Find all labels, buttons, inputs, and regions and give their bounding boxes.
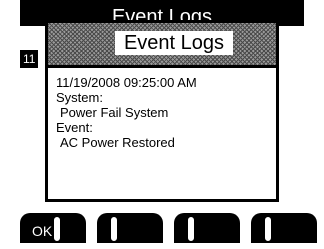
system-label: System: [56,90,103,105]
dialog-titlebar: Event Logs [48,23,276,68]
softkey-2-button[interactable] [97,213,163,243]
system-value: Power Fail System [60,105,169,120]
dialog-title: Event Logs [115,31,233,55]
lcd-screen: Event Logs 11 Event Logs 11/19/2008 09:2… [0,0,324,246]
event-label: Event: [56,120,93,135]
background-page-badge: 11 [20,50,38,68]
softkey-ok-button[interactable]: OK [20,213,86,243]
softkey-4-button[interactable] [251,213,317,243]
event-value: AC Power Restored [60,135,175,150]
dialog-body: 11/19/2008 09:25:00 AM System: Power Fai… [56,75,270,150]
softkey-bar: OK [20,213,320,243]
softkey-3-button[interactable] [174,213,240,243]
event-log-dialog: Event Logs 11/19/2008 09:25:00 AM System… [45,20,279,202]
event-timestamp: 11/19/2008 09:25:00 AM [56,75,197,90]
